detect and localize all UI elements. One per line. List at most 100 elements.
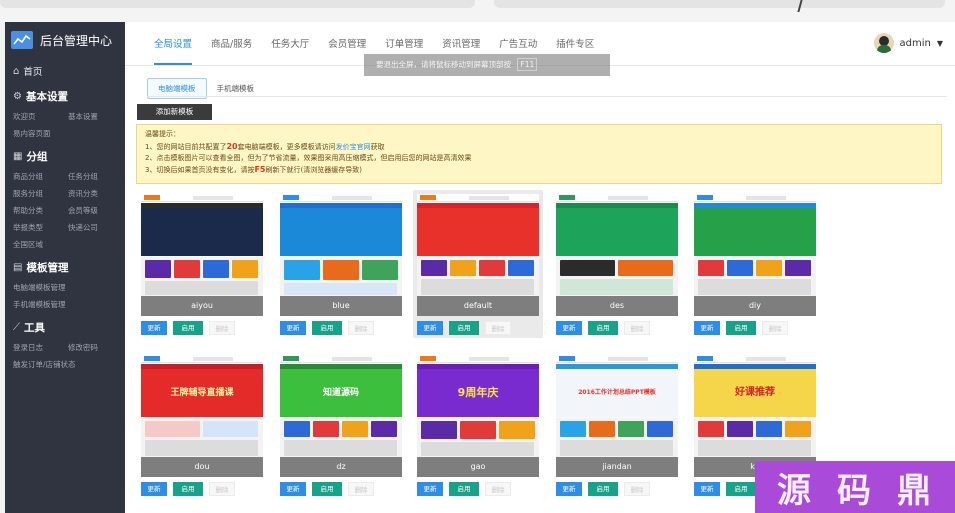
thumb-search [193, 196, 233, 200]
delete-button[interactable]: 删除 [762, 321, 788, 335]
sidebar-row: 易内容页面 [5, 125, 125, 142]
enable-button[interactable]: 启用 [312, 321, 342, 335]
update-button[interactable]: 更新 [556, 482, 582, 496]
sidebar-link[interactable]: 基本设置 [68, 111, 117, 122]
user-menu[interactable]: admin ▼ [873, 33, 943, 53]
update-button[interactable]: 更新 [556, 321, 582, 335]
update-button[interactable]: 更新 [141, 482, 167, 496]
thumb-search [332, 196, 372, 200]
sidebar-link[interactable]: 服务分组 [13, 188, 68, 199]
thumb-block [284, 260, 320, 280]
delete-button[interactable]: 删除 [624, 321, 650, 335]
template-count: 20 [226, 142, 238, 151]
thumb-block [479, 260, 505, 276]
thumb-block [727, 260, 753, 276]
update-button[interactable]: 更新 [280, 482, 306, 496]
sidebar-section-basic[interactable]: ⚙ 基本设置 [5, 82, 125, 108]
sidebar-link[interactable]: 欢迎页 [13, 111, 68, 122]
template-card-selected: default 更新 启用 删除 [413, 190, 543, 338]
enable-button[interactable]: 启用 [588, 482, 618, 496]
sidebar-link[interactable]: 举报类型 [13, 222, 68, 233]
thumb-banner: 知道源码 [280, 369, 402, 417]
home-icon: ⌂ [13, 65, 20, 77]
nav-item-global-settings[interactable]: 全局设置 [154, 36, 193, 65]
nav-item-news[interactable]: 资讯管理 [442, 36, 480, 50]
sidebar-link[interactable]: 易内容页面 [13, 128, 69, 139]
enable-button[interactable]: 启用 [449, 321, 479, 335]
sidebar-row: 电脑端模板管理 [5, 279, 125, 296]
update-button[interactable]: 更新 [417, 482, 443, 496]
sidebar-link[interactable]: 会员等级 [68, 205, 117, 216]
thumb-block [313, 421, 339, 437]
sidebar-link[interactable]: 手机端模板管理 [13, 299, 113, 310]
notice-text: 套电脑端模板，更多模板请访问 [237, 143, 336, 151]
delete-button[interactable]: 删除 [209, 321, 235, 335]
thumb-logo [420, 195, 436, 200]
enable-button[interactable]: 启用 [726, 321, 756, 335]
thumb-nav [694, 194, 816, 202]
sidebar-link[interactable]: 资讯分类 [68, 188, 117, 199]
template-card: 2016工作计划总结PPT模板 jiandan 更新 启用 删除 [552, 351, 682, 499]
tabs-divider [147, 96, 947, 97]
template-name: default [417, 296, 539, 316]
update-button[interactable]: 更新 [417, 321, 443, 335]
notice-line-2: 2、点击模板图片可以查看全图，但为了节省流量，效果图采用高压缩模式，但启用后您的… [145, 154, 472, 162]
delete-button[interactable]: 删除 [485, 482, 511, 496]
update-button[interactable]: 更新 [694, 482, 720, 496]
thumb-banner [141, 208, 263, 256]
thumb-nav [556, 194, 678, 202]
thumb-banner: 好课推荐 [694, 369, 816, 417]
nav-item-plugins[interactable]: 插件专区 [556, 36, 594, 50]
nav-item-ads[interactable]: 广告互动 [499, 36, 537, 50]
nav-item-goods-services[interactable]: 商品/服务 [211, 36, 252, 50]
sidebar-item-home[interactable]: ⌂ 首页 [5, 58, 125, 82]
enable-button[interactable]: 启用 [588, 321, 618, 335]
thumb-logo [697, 195, 713, 200]
template-icon: ▤ [13, 262, 23, 273]
nav-item-orders[interactable]: 订单管理 [385, 36, 423, 50]
thumb-block [145, 260, 171, 278]
sidebar-link[interactable]: 登录日志 [13, 342, 68, 353]
chart-icon: ⟋ [13, 322, 20, 333]
update-button[interactable]: 更新 [694, 321, 720, 335]
delete-button[interactable]: 删除 [624, 482, 650, 496]
update-button[interactable]: 更新 [141, 321, 167, 335]
sidebar-link[interactable]: 触发订单/店铺状态 [13, 359, 113, 370]
sidebar-link[interactable]: 全国区域 [13, 239, 69, 250]
template-card: 知道源码 dz 更新 启用 删除 [276, 351, 406, 499]
notice-line-1: 1、您的网站目前共配置了20套电脑端模板，更多模板请访问发价宝官网获取 [145, 141, 933, 153]
nav-item-task-hall[interactable]: 任务大厅 [271, 36, 309, 50]
delete-button[interactable]: 删除 [348, 321, 374, 335]
nav-item-members[interactable]: 会员管理 [328, 36, 366, 50]
official-site-link[interactable]: 发价宝官网 [336, 143, 371, 151]
sidebar-section-templates[interactable]: ▤ 模板管理 [5, 253, 125, 279]
enable-button[interactable]: 启用 [449, 482, 479, 496]
sidebar-link[interactable]: 商品分组 [13, 171, 68, 182]
add-template-button[interactable]: 添加新模板 [137, 104, 212, 120]
thumb-block [560, 421, 586, 437]
enable-button[interactable]: 启用 [173, 321, 203, 335]
sidebar-section-groups[interactable]: ▦ 分组 [5, 142, 125, 168]
delete-button[interactable]: 删除 [209, 482, 235, 496]
update-button[interactable]: 更新 [280, 321, 306, 335]
delete-button[interactable]: 删除 [348, 482, 374, 496]
decor-bar [494, 0, 945, 8]
enable-button[interactable]: 启用 [173, 482, 203, 496]
gear-icon: ⚙ [13, 91, 22, 102]
sidebar-link[interactable]: 任务分组 [68, 171, 117, 182]
thumb-block [421, 260, 447, 276]
thumb-block [499, 421, 535, 439]
thumb-logo [144, 195, 160, 200]
sidebar-link[interactable]: 修改密码 [68, 342, 117, 353]
enable-button[interactable]: 启用 [726, 482, 756, 496]
watermark-char: 源 [777, 470, 813, 511]
enable-button[interactable]: 启用 [312, 482, 342, 496]
thumb-block [560, 440, 673, 456]
sidebar-section-tools[interactable]: ⟋ 工具 [5, 313, 125, 339]
delete-button[interactable]: 删除 [485, 321, 511, 335]
sidebar-link[interactable]: 电脑端模板管理 [13, 282, 113, 293]
brand[interactable]: 后台管理中心 [5, 22, 125, 58]
template-name: blue [280, 296, 402, 316]
sidebar-link[interactable]: 帮助分类 [13, 205, 68, 216]
sidebar-link[interactable]: 快递公司 [68, 222, 117, 233]
